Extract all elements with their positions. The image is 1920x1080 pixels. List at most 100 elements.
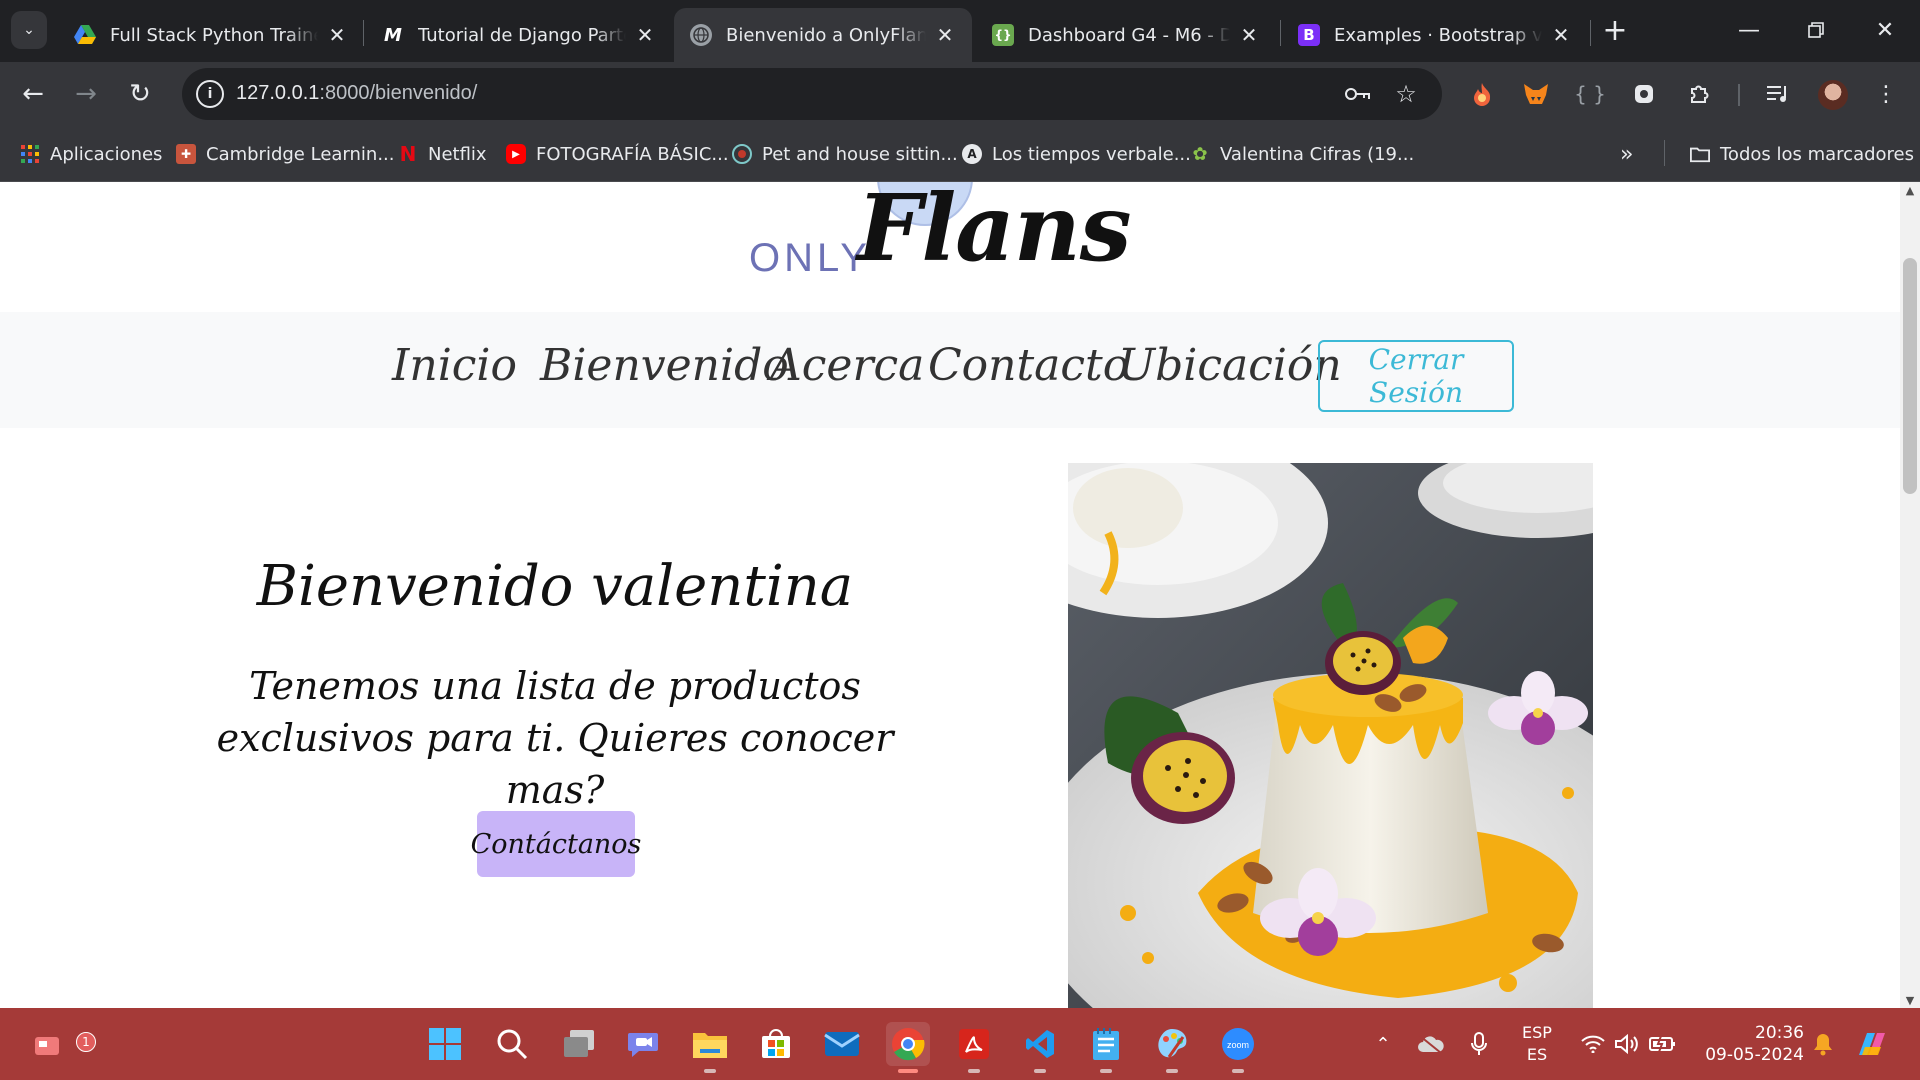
tab-bootstrap-examples[interactable]: B Examples · Bootstrap v5.0 ✕ bbox=[1282, 8, 1588, 62]
volume-icon[interactable] bbox=[1612, 1008, 1642, 1080]
address-bar[interactable]: i 127.0.0.1:8000/bienvenido/ ☆ bbox=[182, 68, 1442, 120]
close-icon[interactable]: ✕ bbox=[1238, 23, 1260, 47]
tab-separator bbox=[1590, 20, 1591, 46]
bootstrap-icon: B bbox=[1298, 24, 1320, 46]
battery-charging-icon[interactable] bbox=[1648, 1008, 1678, 1080]
search-icon[interactable] bbox=[490, 1022, 534, 1066]
tab-search-button[interactable]: ⌄ bbox=[11, 11, 47, 49]
keyboard-layout: ES bbox=[1526, 1045, 1548, 1064]
metamask-fox-icon[interactable] bbox=[1520, 78, 1552, 110]
svg-text:zoom: zoom bbox=[1227, 1040, 1249, 1050]
logout-button[interactable]: Cerrar Sesión bbox=[1318, 340, 1514, 412]
more-menu-icon[interactable]: ⋮ bbox=[1870, 78, 1902, 110]
apps-grid-icon bbox=[20, 144, 40, 164]
windows-taskbar: 1 zoom ⌃ ESP ES 20:36 09-05-2024 bbox=[0, 1008, 1920, 1080]
wifi-icon[interactable] bbox=[1578, 1008, 1608, 1080]
scrollbar-thumb[interactable] bbox=[1903, 258, 1917, 494]
tab-separator bbox=[1280, 20, 1281, 46]
notification-app-icon[interactable]: 1 bbox=[26, 1022, 96, 1066]
nav-acerca[interactable]: Acerca bbox=[770, 340, 924, 391]
show-hidden-icons-button[interactable]: ⌃ bbox=[1368, 1008, 1398, 1080]
new-tab-button[interactable]: + bbox=[1598, 12, 1632, 48]
minimize-button[interactable]: — bbox=[1724, 10, 1774, 50]
clock-date: 09-05-2024 bbox=[1705, 1045, 1804, 1065]
scroll-up-icon[interactable]: ▲ bbox=[1900, 182, 1920, 198]
bookmark-fotografia[interactable]: ▶ FOTOGRAFÍA BÁSIC... bbox=[506, 140, 729, 168]
globe-icon bbox=[690, 24, 712, 46]
scroll-down-icon[interactable]: ▼ bbox=[1900, 992, 1920, 1008]
close-icon[interactable]: ✕ bbox=[1550, 23, 1572, 47]
back-button[interactable]: ← bbox=[13, 74, 53, 114]
restore-button[interactable] bbox=[1791, 10, 1841, 50]
start-windows-icon[interactable] bbox=[423, 1022, 467, 1066]
nav-inicio[interactable]: Inicio bbox=[392, 340, 517, 391]
tab-title: Dashboard G4 - M6 - De bbox=[1028, 24, 1230, 46]
arrow-left-icon: ← bbox=[22, 79, 44, 109]
file-explorer-icon[interactable] bbox=[688, 1022, 732, 1073]
task-view-icon[interactable] bbox=[557, 1022, 601, 1066]
microsoft-store-icon[interactable] bbox=[754, 1022, 798, 1066]
reload-button[interactable]: ↻ bbox=[120, 74, 160, 114]
tab-django-tutorial[interactable]: M Tutorial de Django Parte ✕ bbox=[366, 8, 672, 62]
acrobat-reader-icon[interactable] bbox=[952, 1022, 996, 1073]
pet-sitting-icon bbox=[732, 144, 752, 164]
bookmark-netflix[interactable]: N Netflix bbox=[398, 140, 487, 168]
contact-us-button[interactable]: Contáctanos bbox=[471, 811, 641, 877]
forward-button[interactable]: → bbox=[66, 74, 106, 114]
bookmark-label: Aplicaciones bbox=[50, 143, 163, 165]
notification-bell-icon[interactable] bbox=[1808, 1008, 1838, 1080]
bookmark-cambridge[interactable]: ✚ Cambridge Learnin... bbox=[176, 140, 395, 168]
screen-record-icon[interactable] bbox=[1628, 78, 1660, 110]
puzzle-extensions-icon[interactable] bbox=[1684, 78, 1716, 110]
media-queue-icon[interactable] bbox=[1762, 78, 1794, 110]
close-icon[interactable]: ✕ bbox=[634, 23, 656, 47]
tab-onlyflans[interactable]: Bienvenido a OnlyFlans ✕ bbox=[674, 8, 972, 62]
notepad-icon[interactable] bbox=[1084, 1022, 1128, 1073]
json-viewer-icon[interactable]: { } bbox=[1574, 78, 1606, 110]
tab-full-stack[interactable]: Full Stack Python Trainee ✕ bbox=[58, 8, 364, 62]
bookmark-star-icon[interactable]: ☆ bbox=[1390, 78, 1422, 110]
chrome-browser-icon[interactable] bbox=[886, 1022, 930, 1073]
onedrive-offline-icon[interactable] bbox=[1414, 1008, 1448, 1080]
bookmark-valentina-cifras[interactable]: ✿ Valentina Cifras (19... bbox=[1190, 140, 1414, 168]
nav-bienvenido[interactable]: Bienvenido bbox=[540, 340, 789, 391]
onlyflans-logo[interactable]: ONLY Flans bbox=[745, 182, 1132, 292]
microphone-icon[interactable] bbox=[1466, 1008, 1492, 1080]
close-icon[interactable]: ✕ bbox=[934, 23, 956, 47]
fire-extension-icon[interactable] bbox=[1466, 78, 1498, 110]
notification-badge: 1 bbox=[76, 1032, 96, 1052]
language-indicator[interactable]: ESP ES bbox=[1520, 1022, 1554, 1066]
minimize-icon: — bbox=[1738, 17, 1760, 43]
all-bookmarks-folder[interactable]: Todos los marcadores bbox=[1690, 140, 1914, 168]
nav-ubicacion[interactable]: Ubicación bbox=[1118, 340, 1342, 391]
system-clock[interactable]: 20:36 09-05-2024 bbox=[1694, 1022, 1804, 1066]
letter-a-icon: A bbox=[962, 144, 982, 164]
folder-icon bbox=[1690, 144, 1710, 164]
youtube-icon: ▶ bbox=[506, 144, 526, 164]
tab-separator bbox=[363, 20, 364, 46]
teams-chat-icon[interactable] bbox=[622, 1022, 666, 1066]
paint-icon[interactable] bbox=[1150, 1022, 1194, 1073]
site-info-icon[interactable]: i bbox=[196, 80, 224, 108]
bookmark-apps[interactable]: Aplicaciones bbox=[20, 140, 162, 168]
restore-icon bbox=[1808, 22, 1824, 38]
page-scrollbar[interactable]: ▲ ▼ bbox=[1900, 182, 1920, 1008]
copilot-icon[interactable] bbox=[1852, 1008, 1892, 1080]
welcome-subtitle: Tenemos una lista de productos exclusivo… bbox=[216, 664, 894, 812]
tab-dashboard[interactable]: {} Dashboard G4 - M6 - De ✕ bbox=[976, 8, 1276, 62]
bookmarks-overflow-button[interactable]: » bbox=[1620, 140, 1633, 168]
bookmark-pet-sitting[interactable]: Pet and house sittin... bbox=[732, 140, 958, 168]
netflix-icon: N bbox=[399, 142, 417, 166]
close-window-button[interactable]: ✕ bbox=[1860, 10, 1910, 50]
zoom-app-icon[interactable]: zoom bbox=[1216, 1022, 1260, 1073]
nav-contacto[interactable]: Contacto bbox=[928, 340, 1129, 391]
mail-icon[interactable] bbox=[820, 1022, 864, 1066]
flan-dessert-image bbox=[1068, 463, 1593, 1008]
close-icon[interactable]: ✕ bbox=[326, 23, 348, 47]
bookmark-tiempos-verbales[interactable]: A Los tiempos verbale... bbox=[962, 140, 1191, 168]
cambridge-icon: ✚ bbox=[176, 144, 196, 164]
profile-avatar[interactable] bbox=[1818, 80, 1848, 110]
password-key-icon[interactable] bbox=[1342, 78, 1374, 110]
vscode-icon[interactable] bbox=[1018, 1022, 1062, 1073]
url-text[interactable]: 127.0.0.1:8000/bienvenido/ bbox=[236, 82, 477, 105]
